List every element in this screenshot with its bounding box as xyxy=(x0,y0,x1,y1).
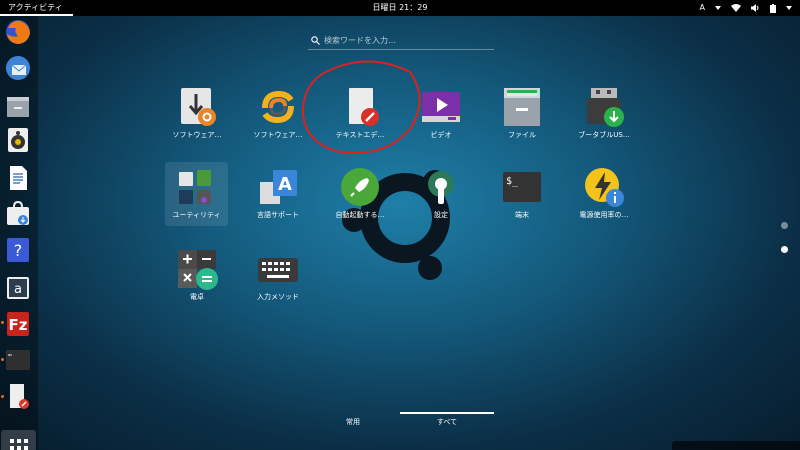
app-bootable-usb[interactable]: ブータブルUS… xyxy=(562,82,646,146)
text-editor-icon[interactable] xyxy=(4,382,32,410)
app-label: 電源使用率の… xyxy=(579,211,629,219)
search-input[interactable] xyxy=(324,32,492,49)
svg-text:Fz: Fz xyxy=(9,316,28,334)
app-startup-applications[interactable]: 自動起動する… xyxy=(318,162,402,226)
annotation-circle xyxy=(301,60,421,154)
app-folder-utilities[interactable]: ユーティリティ xyxy=(165,162,228,226)
top-bar: アクティビティ 日曜日 21：29 A xyxy=(0,0,800,16)
dock: ? a Fz xyxy=(0,16,38,450)
rhythmbox-icon[interactable] xyxy=(4,126,32,154)
writer-icon[interactable] xyxy=(4,164,32,192)
app-files[interactable]: ファイル xyxy=(480,82,564,146)
app-terminal[interactable]: $_ 端末 xyxy=(480,162,564,226)
input-method-indicator[interactable]: A xyxy=(700,0,705,16)
app-label: 自動起動する… xyxy=(335,211,385,219)
app-label: ブータブルUS… xyxy=(578,131,630,139)
svg-text:?: ? xyxy=(14,241,23,260)
page-indicator-2[interactable] xyxy=(781,246,788,253)
files-icon[interactable] xyxy=(4,92,32,120)
language-support-icon: A xyxy=(260,170,297,204)
grid-icon xyxy=(10,439,28,450)
utilities-folder-icon xyxy=(179,170,211,204)
files-icon xyxy=(504,88,540,126)
app-language-support[interactable]: A 言語サポート xyxy=(236,162,320,226)
video-player-icon xyxy=(422,92,460,122)
app-label: 端末 xyxy=(515,211,529,219)
app-software-updater[interactable]: ソフトウェア… xyxy=(155,82,239,146)
terminal-icon: $_ xyxy=(503,172,541,202)
app-label: 入力メソッド xyxy=(257,293,299,301)
help-icon[interactable]: ? xyxy=(4,236,32,264)
tab-all[interactable]: すべて xyxy=(400,412,494,434)
app-power-statistics[interactable]: 電源使用率の… xyxy=(562,162,646,226)
filezilla-icon[interactable]: Fz xyxy=(4,310,32,338)
terminal-icon[interactable] xyxy=(4,346,32,374)
app-settings[interactable]: 設定 xyxy=(399,162,483,226)
thunderbird-icon[interactable] xyxy=(4,54,32,82)
startup-rocket-icon xyxy=(341,168,379,206)
firefox-icon[interactable] xyxy=(4,18,32,46)
message-tray-edge xyxy=(672,441,800,450)
app-label: ソフトウェア… xyxy=(172,131,222,139)
software-updater-icon xyxy=(181,88,216,126)
volume-icon xyxy=(751,4,759,12)
settings-gear-icon xyxy=(428,171,454,204)
app-label: ファイル xyxy=(508,131,536,139)
search-box[interactable] xyxy=(308,32,494,50)
svg-text:$_: $_ xyxy=(506,176,519,187)
power-statistics-icon xyxy=(585,168,624,207)
system-tray[interactable]: A xyxy=(700,0,792,16)
battery-icon xyxy=(770,3,776,13)
software-store-icon[interactable] xyxy=(4,200,32,228)
svg-text:A: A xyxy=(278,174,292,195)
app-label: 設定 xyxy=(434,211,448,219)
tab-frequent[interactable]: 常用 xyxy=(306,412,400,434)
search-icon xyxy=(311,36,320,45)
system-menu-arrow-icon xyxy=(786,6,792,10)
clock[interactable]: 日曜日 21：29 xyxy=(0,0,800,16)
wifi-icon xyxy=(731,4,741,12)
app-calculator[interactable]: 電卓 xyxy=(155,244,239,308)
app-input-method[interactable]: 入力メソッド xyxy=(236,244,320,308)
calculator-icon xyxy=(178,250,218,290)
dropdown-arrow-icon xyxy=(715,6,721,10)
app-label: 電卓 xyxy=(190,293,204,301)
app-label: ユーティリティ xyxy=(172,211,221,219)
software-sources-icon xyxy=(262,90,294,124)
show-applications-button[interactable] xyxy=(1,430,36,450)
keyboard-icon xyxy=(258,258,298,282)
amazon-icon[interactable]: a xyxy=(4,274,32,302)
app-label: 言語サポート xyxy=(257,211,299,219)
usb-creator-icon xyxy=(587,88,624,127)
svg-text:a: a xyxy=(14,282,22,297)
page-indicator-1[interactable] xyxy=(781,222,788,229)
